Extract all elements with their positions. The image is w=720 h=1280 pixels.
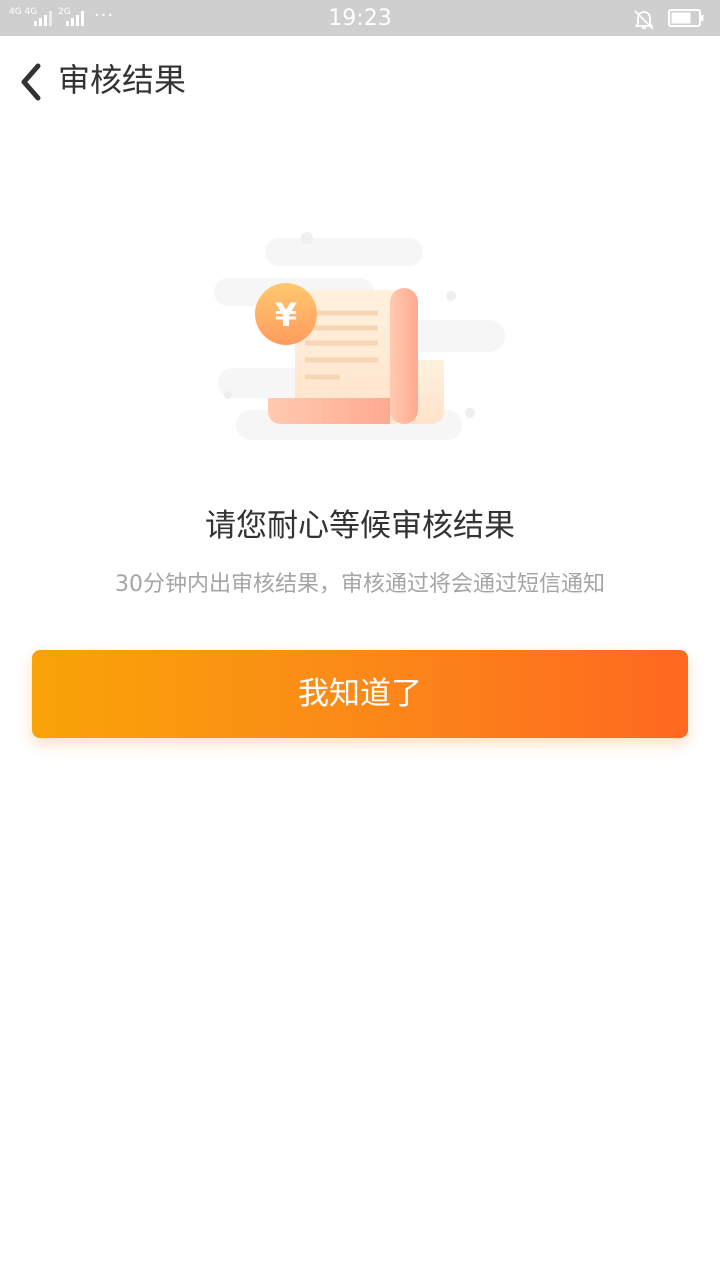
battery-icon [668, 9, 704, 27]
coin-symbol: ¥ [275, 296, 297, 334]
bell-off-icon [634, 10, 654, 30]
page-title: 审核结果 [58, 61, 187, 99]
got-it-button[interactable]: 我知道了 [32, 650, 688, 738]
receipt-yuan-icon: ¥ [214, 232, 505, 440]
waiting-title: 请您耐心等候审核结果 [205, 508, 515, 544]
waiting-subtitle: 30分钟内出审核结果，审核通过将会通过短信通知 [115, 572, 605, 597]
chevron-left-icon[interactable] [14, 60, 50, 104]
status-time: 19:23 [328, 6, 392, 31]
status-bar: 4G 4G 2G ··· 19:23 [0, 0, 720, 36]
navigation-bar: 审核结果 [0, 36, 720, 124]
